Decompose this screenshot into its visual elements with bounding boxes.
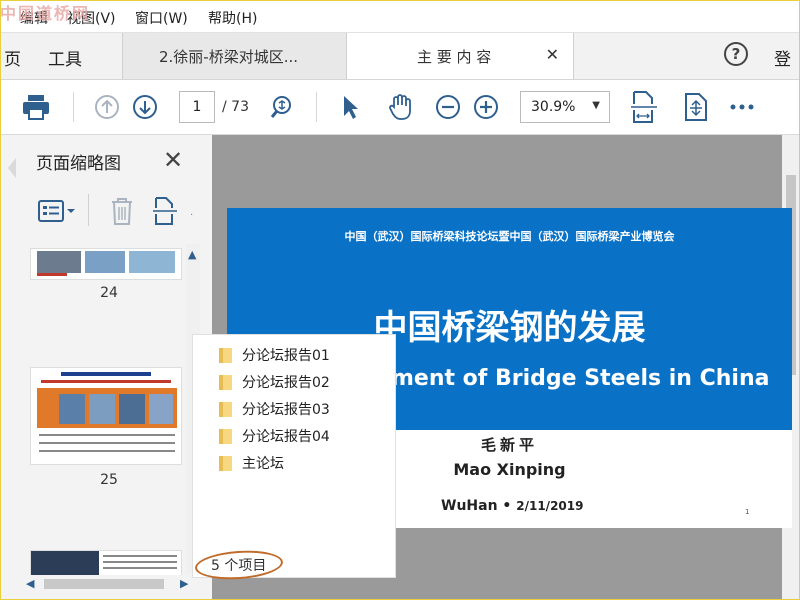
- tab-bar: 页 工具 2.徐丽-桥梁对城区... 主 要 内 容 ✕ ? 登: [0, 33, 800, 80]
- folder-item[interactable]: 分论坛报告01: [219, 344, 330, 366]
- menu-bar: 编辑 视图(V) 窗口(W) 帮助(H) 中国道桥网: [0, 0, 800, 33]
- zoom-out-icon[interactable]: [432, 91, 464, 123]
- sign-in-button[interactable]: 登: [774, 45, 791, 70]
- conference-name: 中国（武汉）国际桥梁科技论坛暨中国（武汉）国际桥梁产业博览会: [344, 230, 675, 243]
- place-date: WuHan • 2/11/2019: [441, 498, 583, 514]
- zoom-in-icon[interactable]: [470, 91, 502, 123]
- help-icon[interactable]: ?: [724, 42, 748, 66]
- watermark: 中国道桥网: [0, 4, 91, 23]
- place: WuHan: [441, 498, 498, 514]
- extract-pages-icon[interactable]: [152, 196, 178, 230]
- previous-page-icon[interactable]: [91, 91, 123, 123]
- panel-pointer: [8, 158, 16, 178]
- folder-label: 分论坛报告03: [242, 402, 330, 418]
- print-icon[interactable]: [20, 91, 52, 123]
- overflow-indicator: ·: [190, 210, 194, 221]
- full-screen-icon[interactable]: [680, 91, 712, 123]
- panel-toolbar: ·: [32, 192, 198, 232]
- close-tab-icon[interactable]: ✕: [546, 45, 559, 64]
- menu-window[interactable]: 窗口(W): [135, 8, 188, 28]
- folder-icon: [219, 347, 232, 363]
- folder-item[interactable]: 主论坛: [219, 452, 284, 474]
- chevron-left-icon[interactable]: ◀: [26, 577, 34, 590]
- scrollbar-thumb[interactable]: [44, 579, 164, 589]
- doc-tab-2[interactable]: 主 要 内 容 ✕: [346, 33, 574, 79]
- chevron-down-icon: ▼: [592, 100, 600, 111]
- folder-item[interactable]: 分论坛报告03: [219, 398, 330, 420]
- page-number-input[interactable]: 1: [179, 91, 215, 123]
- toolbar: 1 / 73 30.9% ▼: [0, 80, 800, 135]
- close-panel-icon[interactable]: ✕: [163, 146, 183, 174]
- delete-page-icon[interactable]: [110, 196, 134, 230]
- tab-home[interactable]: 页: [4, 45, 21, 70]
- menu-help[interactable]: 帮助(H): [208, 8, 257, 28]
- slide-title-en: ment of Bridge Steels in China: [391, 366, 770, 391]
- chevron-up-icon[interactable]: ▲: [188, 248, 196, 261]
- select-cursor-icon[interactable]: [334, 91, 366, 123]
- zoom-value: 30.9%: [531, 99, 576, 115]
- thumbnail-label: 24: [100, 285, 118, 301]
- thumbnail-page-26[interactable]: [30, 550, 182, 578]
- folder-item[interactable]: 分论坛报告02: [219, 371, 330, 393]
- doc-tab-1-label: 2.徐丽-桥梁对城区...: [159, 48, 299, 66]
- fit-width-icon[interactable]: [628, 91, 660, 123]
- thumbnail-page-25[interactable]: [30, 367, 182, 465]
- folder-icon: [219, 455, 232, 471]
- toolbar-separator: [316, 92, 317, 122]
- zoom-select[interactable]: 30.9% ▼: [520, 91, 610, 123]
- tab-tools[interactable]: 工具: [48, 45, 82, 70]
- folder-list-popup: 分论坛报告01 分论坛报告02 分论坛报告03 分论坛报告04 主论坛 5 个项…: [193, 335, 395, 583]
- page-total: / 73: [222, 99, 249, 115]
- zoom-marquee-icon[interactable]: [266, 91, 298, 123]
- horizontal-scrollbar[interactable]: ◀ ▶: [20, 575, 200, 593]
- folder-icon: [219, 428, 232, 444]
- toolbar-separator: [73, 92, 74, 122]
- page-number: 1: [745, 508, 750, 516]
- date: 2/11/2019: [516, 499, 584, 513]
- folder-icon: [219, 374, 232, 390]
- highlight-circle: [194, 547, 284, 583]
- doc-tab-1[interactable]: 2.徐丽-桥梁对城区...: [122, 33, 348, 79]
- thumbnail-options-icon[interactable]: [38, 198, 76, 228]
- doc-tab-2-label: 主 要 内 容: [417, 48, 492, 66]
- folder-item[interactable]: 分论坛报告04: [219, 425, 330, 447]
- bullet-separator: •: [502, 498, 517, 514]
- hand-tool-icon[interactable]: [384, 91, 416, 123]
- folder-label: 主论坛: [242, 456, 284, 472]
- thumbnail-page-24[interactable]: [30, 248, 182, 280]
- thumbnail-label: 25: [100, 472, 118, 488]
- next-page-icon[interactable]: [129, 91, 161, 123]
- folder-icon: [219, 401, 232, 417]
- folder-label: 分论坛报告04: [242, 429, 330, 445]
- thumbnail-list: 24 25: [20, 240, 198, 578]
- folder-label: 分论坛报告01: [242, 348, 330, 364]
- chevron-right-icon[interactable]: ▶: [180, 577, 188, 590]
- folder-label: 分论坛报告02: [242, 375, 330, 391]
- more-options-icon[interactable]: [726, 91, 758, 123]
- panel-separator: [88, 194, 89, 226]
- panel-title: 页面缩略图: [36, 154, 121, 174]
